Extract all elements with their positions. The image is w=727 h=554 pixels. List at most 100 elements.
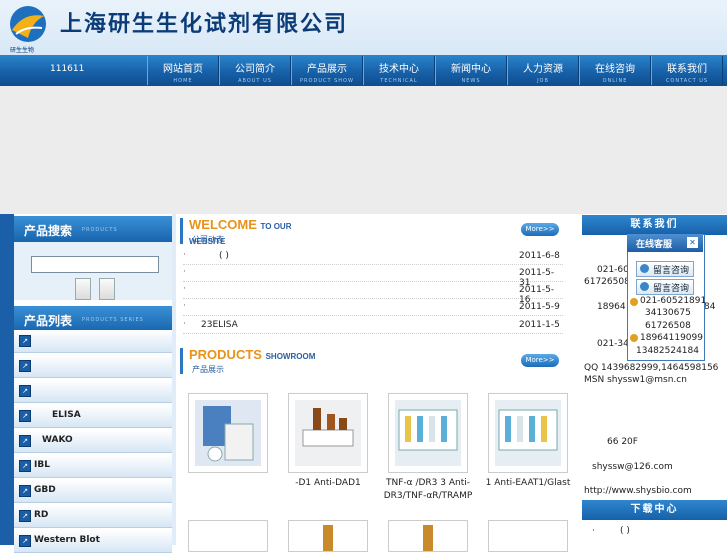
reagent-bottles-image (295, 400, 361, 466)
product-image[interactable] (288, 520, 368, 552)
arrow-icon: ↗ (19, 535, 31, 547)
product-caption[interactable]: -D1 Anti-DAD1 (278, 477, 378, 490)
nav-online[interactable]: 在线咨询 ONLINE (579, 56, 651, 85)
message-button[interactable]: 留言咨询 (636, 279, 694, 295)
product-caption[interactable]: TNF-α /DR3 3 Anti-DR3/TNF-αR/TRAMP (378, 477, 478, 503)
search-title: 产品搜索 (24, 224, 73, 238)
address-line: 66 20F (607, 437, 638, 447)
bullet-icon: · (183, 250, 186, 260)
nav-label: 在线咨询 (595, 64, 635, 75)
news-item[interactable]: · ( ) 2011-6-8 (183, 248, 563, 265)
category-item[interactable]: ↗ (14, 330, 172, 353)
download-item[interactable]: ( ) (620, 526, 630, 536)
category-item[interactable]: ↗ (14, 380, 172, 403)
news-item[interactable]: · 2011-5-9 (183, 299, 563, 316)
category-item[interactable]: ↗ WAKO (14, 430, 172, 453)
phone-number: 18964119099 (640, 333, 703, 343)
nav-label: 人力资源 (523, 64, 563, 75)
nav-label-en: TECHNICAL (380, 78, 418, 84)
news-title: 23ELISA (201, 320, 238, 330)
product-image[interactable] (388, 393, 468, 473)
bullet-icon: · (183, 319, 186, 329)
phone-number: 13482524184 (636, 346, 699, 356)
welcome-subtitle: 公司动态 (192, 235, 224, 244)
message-button[interactable]: 留言咨询 (636, 261, 694, 277)
product-image[interactable] (288, 393, 368, 473)
company-logo[interactable] (6, 4, 52, 50)
nav-label: 公司简介 (235, 64, 275, 75)
product-image[interactable] (388, 520, 468, 552)
close-icon[interactable]: ✕ (687, 237, 698, 248)
category-label: WAKO (42, 435, 73, 445)
reagent-kit-image (395, 400, 461, 466)
products-title: PRODUCTS SHOWROOM 产品展示 (180, 347, 325, 377)
contact-line: 18964 (597, 302, 626, 312)
search-button[interactable] (75, 278, 91, 300)
nav-label: 联系我们 (667, 64, 707, 75)
news-item[interactable]: · 2011-5-31 (183, 265, 563, 288)
nav-technical[interactable]: 技术中心 TECHNICAL (363, 56, 435, 85)
company-name: 上海研生生化试剂有限公司 (60, 11, 349, 37)
reagent-kit-image-2 (495, 400, 561, 466)
nav-label-en: NEWS (461, 78, 481, 84)
nav-products[interactable]: 产品展示 PRODUCT SHOW (291, 56, 363, 85)
bullet-icon: · (183, 301, 186, 311)
nav-label-en: PRODUCT SHOW (300, 78, 354, 84)
welcome-title: WELCOME TO OUR WEBSITE 公司动态 (180, 217, 325, 247)
left-divider (172, 214, 176, 545)
banner-area (0, 86, 727, 214)
msn-contact: MSN shyssw1@msn.cn (584, 375, 687, 385)
title-bar (180, 218, 183, 244)
product-image[interactable] (188, 520, 268, 552)
title-bar (180, 348, 183, 374)
download-header: 下载中心 (582, 500, 727, 520)
nav-label-en: JOB (537, 78, 549, 84)
phone-icon (630, 298, 638, 306)
arrow-icon: ↗ (19, 360, 31, 372)
product-image[interactable] (488, 520, 568, 552)
reset-button[interactable] (99, 278, 115, 300)
contact-header: 联系我们 (582, 215, 727, 235)
download-bullet: · (592, 526, 595, 536)
product-image[interactable] (188, 393, 268, 473)
category-label: ELISA (52, 410, 81, 420)
nav-contact[interactable]: 联系我们 CONTACT US (651, 56, 723, 85)
nav-job[interactable]: 人力资源 JOB (507, 56, 579, 85)
arrow-icon: ↗ (19, 510, 31, 522)
products-more-button[interactable]: More>> (521, 354, 559, 367)
nav-label: 产品展示 (307, 64, 347, 75)
list-title-en: PRODUCTS SERIES (82, 317, 144, 323)
news-title: ( ) (219, 251, 229, 261)
search-input[interactable] (31, 256, 159, 273)
chat-icon (640, 282, 649, 291)
nav-home[interactable]: 网站首页 HOME (147, 56, 219, 85)
email-link[interactable]: shyssw@126.com (592, 462, 673, 472)
category-item[interactable]: ↗ GBD (14, 480, 172, 503)
bottle-image (423, 525, 433, 551)
contact-line: 021-60 (597, 265, 629, 275)
search-title-en: PRODUCTS (82, 227, 118, 233)
arrow-icon: ↗ (19, 335, 31, 347)
product-caption[interactable]: 1 Anti-EAAT1/Glast (478, 477, 578, 490)
news-item[interactable]: · 2011-5-16 (183, 282, 563, 305)
news-item[interactable]: · 23ELISA 2011-1-5 (183, 317, 563, 334)
category-item[interactable]: ↗ Western Blot (14, 530, 172, 553)
nav-news[interactable]: 新闻中心 NEWS (435, 56, 507, 85)
message-button-label: 留言咨询 (653, 284, 690, 294)
category-item[interactable]: ↗ IBL (14, 455, 172, 478)
news-more-button[interactable]: More>> (521, 223, 559, 236)
nav-label-en: ONLINE (602, 78, 628, 84)
category-item[interactable]: ↗ (14, 355, 172, 378)
product-image[interactable] (488, 393, 568, 473)
nav-about[interactable]: 公司简介 ABOUT US (219, 56, 291, 85)
category-label: GBD (34, 485, 56, 495)
category-label: IBL (34, 460, 50, 470)
left-decor-bar (0, 214, 14, 545)
website-link[interactable]: http://www.shysbio.com (584, 486, 692, 496)
reagent-box-image (195, 400, 261, 466)
news-date: 2011-5-9 (519, 302, 560, 312)
arrow-icon: ↗ (19, 435, 31, 447)
arrow-icon: ↗ (19, 485, 31, 497)
category-item[interactable]: ↗ ELISA (14, 405, 172, 428)
category-item[interactable]: ↗ RD (14, 505, 172, 528)
